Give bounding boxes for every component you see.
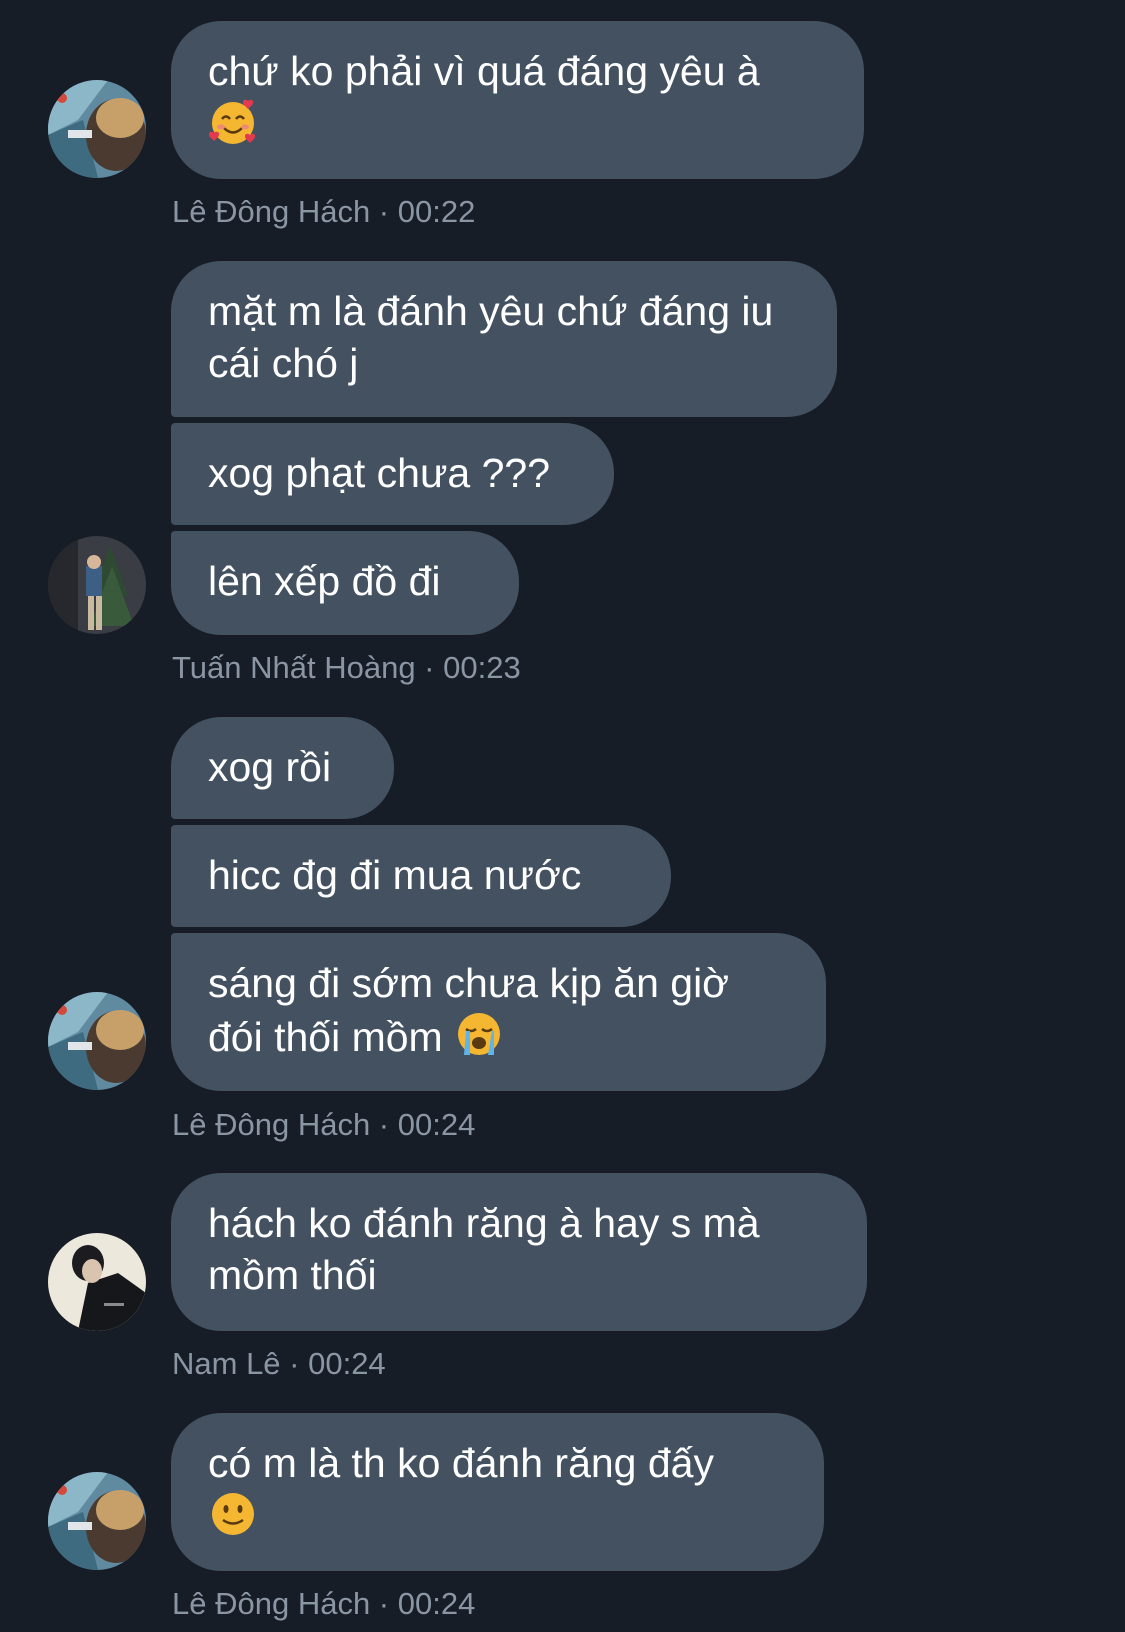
message-bubble[interactable]: hicc đg đi mua nước (171, 825, 671, 927)
slightly-smiling-face-icon (208, 1489, 258, 1539)
message-text: mặt m là đánh yêu chứ đáng iu cái chó j (208, 288, 774, 386)
message-bubble[interactable]: mặt m là đánh yêu chứ đáng iu cái chó j (171, 261, 837, 417)
avatar[interactable] (48, 536, 146, 634)
sender-timestamp: Nam Lê · 00:24 (172, 1346, 386, 1381)
avatar[interactable] (48, 80, 146, 178)
message-text: hicc đg đi mua nước (208, 852, 582, 898)
avatar[interactable] (48, 1233, 146, 1331)
sender-timestamp: Lê Đông Hách · 00:22 (172, 194, 476, 229)
smiling-face-with-hearts-icon (208, 97, 258, 147)
message-text: chứ ko phải vì quá đáng yêu à (208, 48, 760, 94)
message-bubble[interactable]: lên xếp đồ đi (171, 531, 519, 635)
sender-timestamp: Lê Đông Hách · 00:24 (172, 1586, 476, 1621)
loudly-crying-face-icon (454, 1009, 504, 1059)
message-bubble[interactable]: hách ko đánh răng à hay s mà mồm thối (171, 1173, 867, 1331)
message-bubble[interactable]: chứ ko phải vì quá đáng yêu à (171, 21, 864, 179)
sender-timestamp: Tuấn Nhất Hoàng · 00:23 (172, 650, 521, 685)
message-text: hách ko đánh răng à hay s mà mồm thối (208, 1200, 760, 1298)
message-text: xog phạt chưa ??? (208, 450, 551, 496)
message-text: xog rồi (208, 744, 332, 790)
message-text: lên xếp đồ đi (208, 558, 441, 604)
message-bubble[interactable]: xog rồi (171, 717, 394, 819)
sender-timestamp: Lê Đông Hách · 00:24 (172, 1107, 476, 1142)
avatar[interactable] (48, 1472, 146, 1570)
avatar[interactable] (48, 992, 146, 1090)
message-bubble[interactable]: xog phạt chưa ??? (171, 423, 614, 525)
message-text: có m là th ko đánh răng đấy (208, 1440, 714, 1486)
message-bubble[interactable]: sáng đi sớm chưa kịp ăn giờ đói thối mồm (171, 933, 826, 1091)
message-bubble[interactable]: có m là th ko đánh răng đấy (171, 1413, 824, 1571)
